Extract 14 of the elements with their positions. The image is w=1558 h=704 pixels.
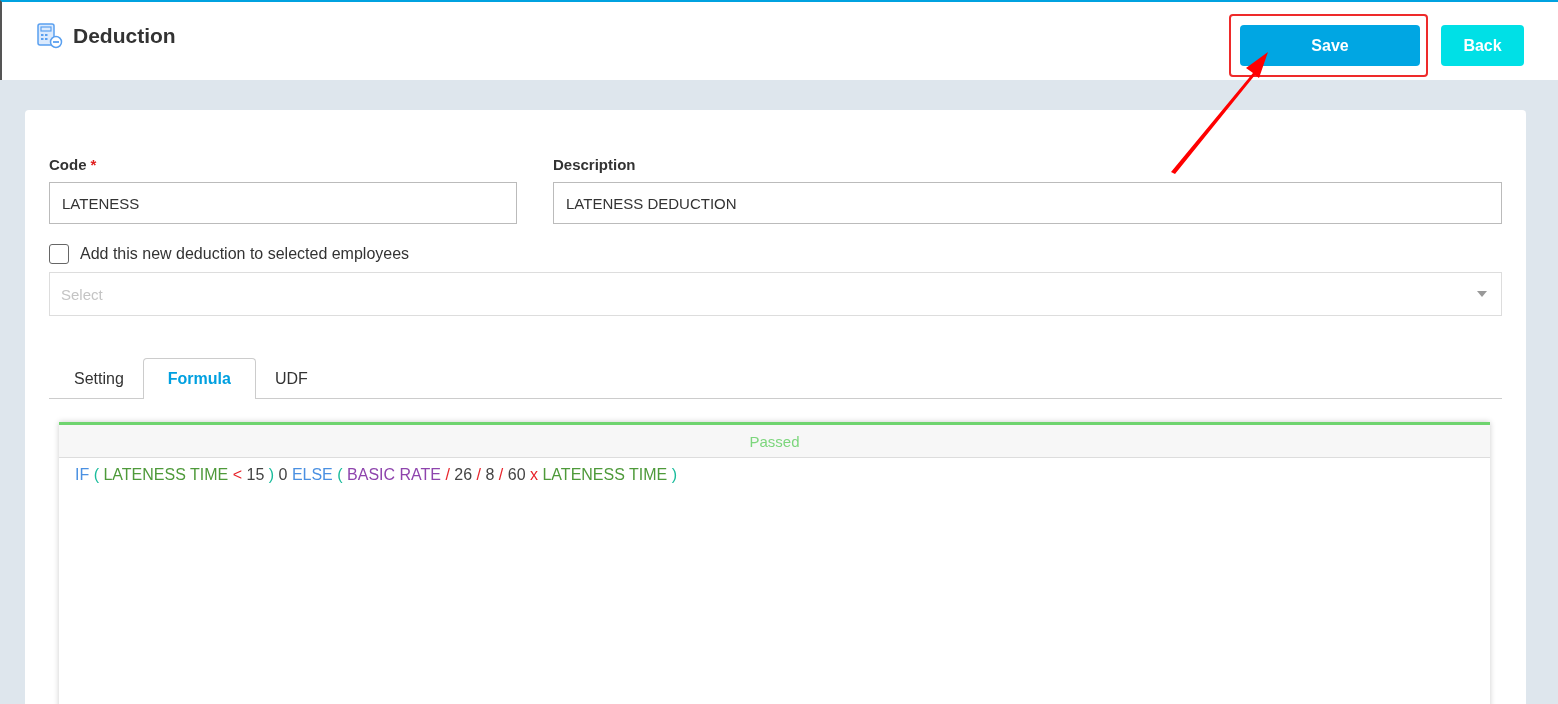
checkbox-label: Add this new deduction to selected employees — [80, 245, 410, 263]
checkbox[interactable] — [49, 244, 69, 264]
tab[interactable]: Setting — [55, 358, 143, 399]
code-input[interactable]: LATENESS — [49, 182, 517, 224]
description-input[interactable]: LATENESS DEDUCTION — [553, 182, 1502, 224]
field-label: Description — [553, 156, 636, 173]
formula-text[interactable]: IF ( LATENESS TIME < 15 ) 0 ELSE ( BASIC RATE / 26 / 8 / 60 x LATENESS TIME ) — [59, 458, 1490, 492]
tab[interactable]: UDF — [255, 358, 327, 399]
calculator-minus-icon — [37, 23, 63, 49]
required-asterisk: * — [90, 156, 97, 173]
status-text: Passed — [749, 432, 800, 450]
caret-icon — [1477, 291, 1487, 297]
field-label: Code — [49, 156, 87, 173]
page-title: Deduction — [73, 24, 176, 48]
